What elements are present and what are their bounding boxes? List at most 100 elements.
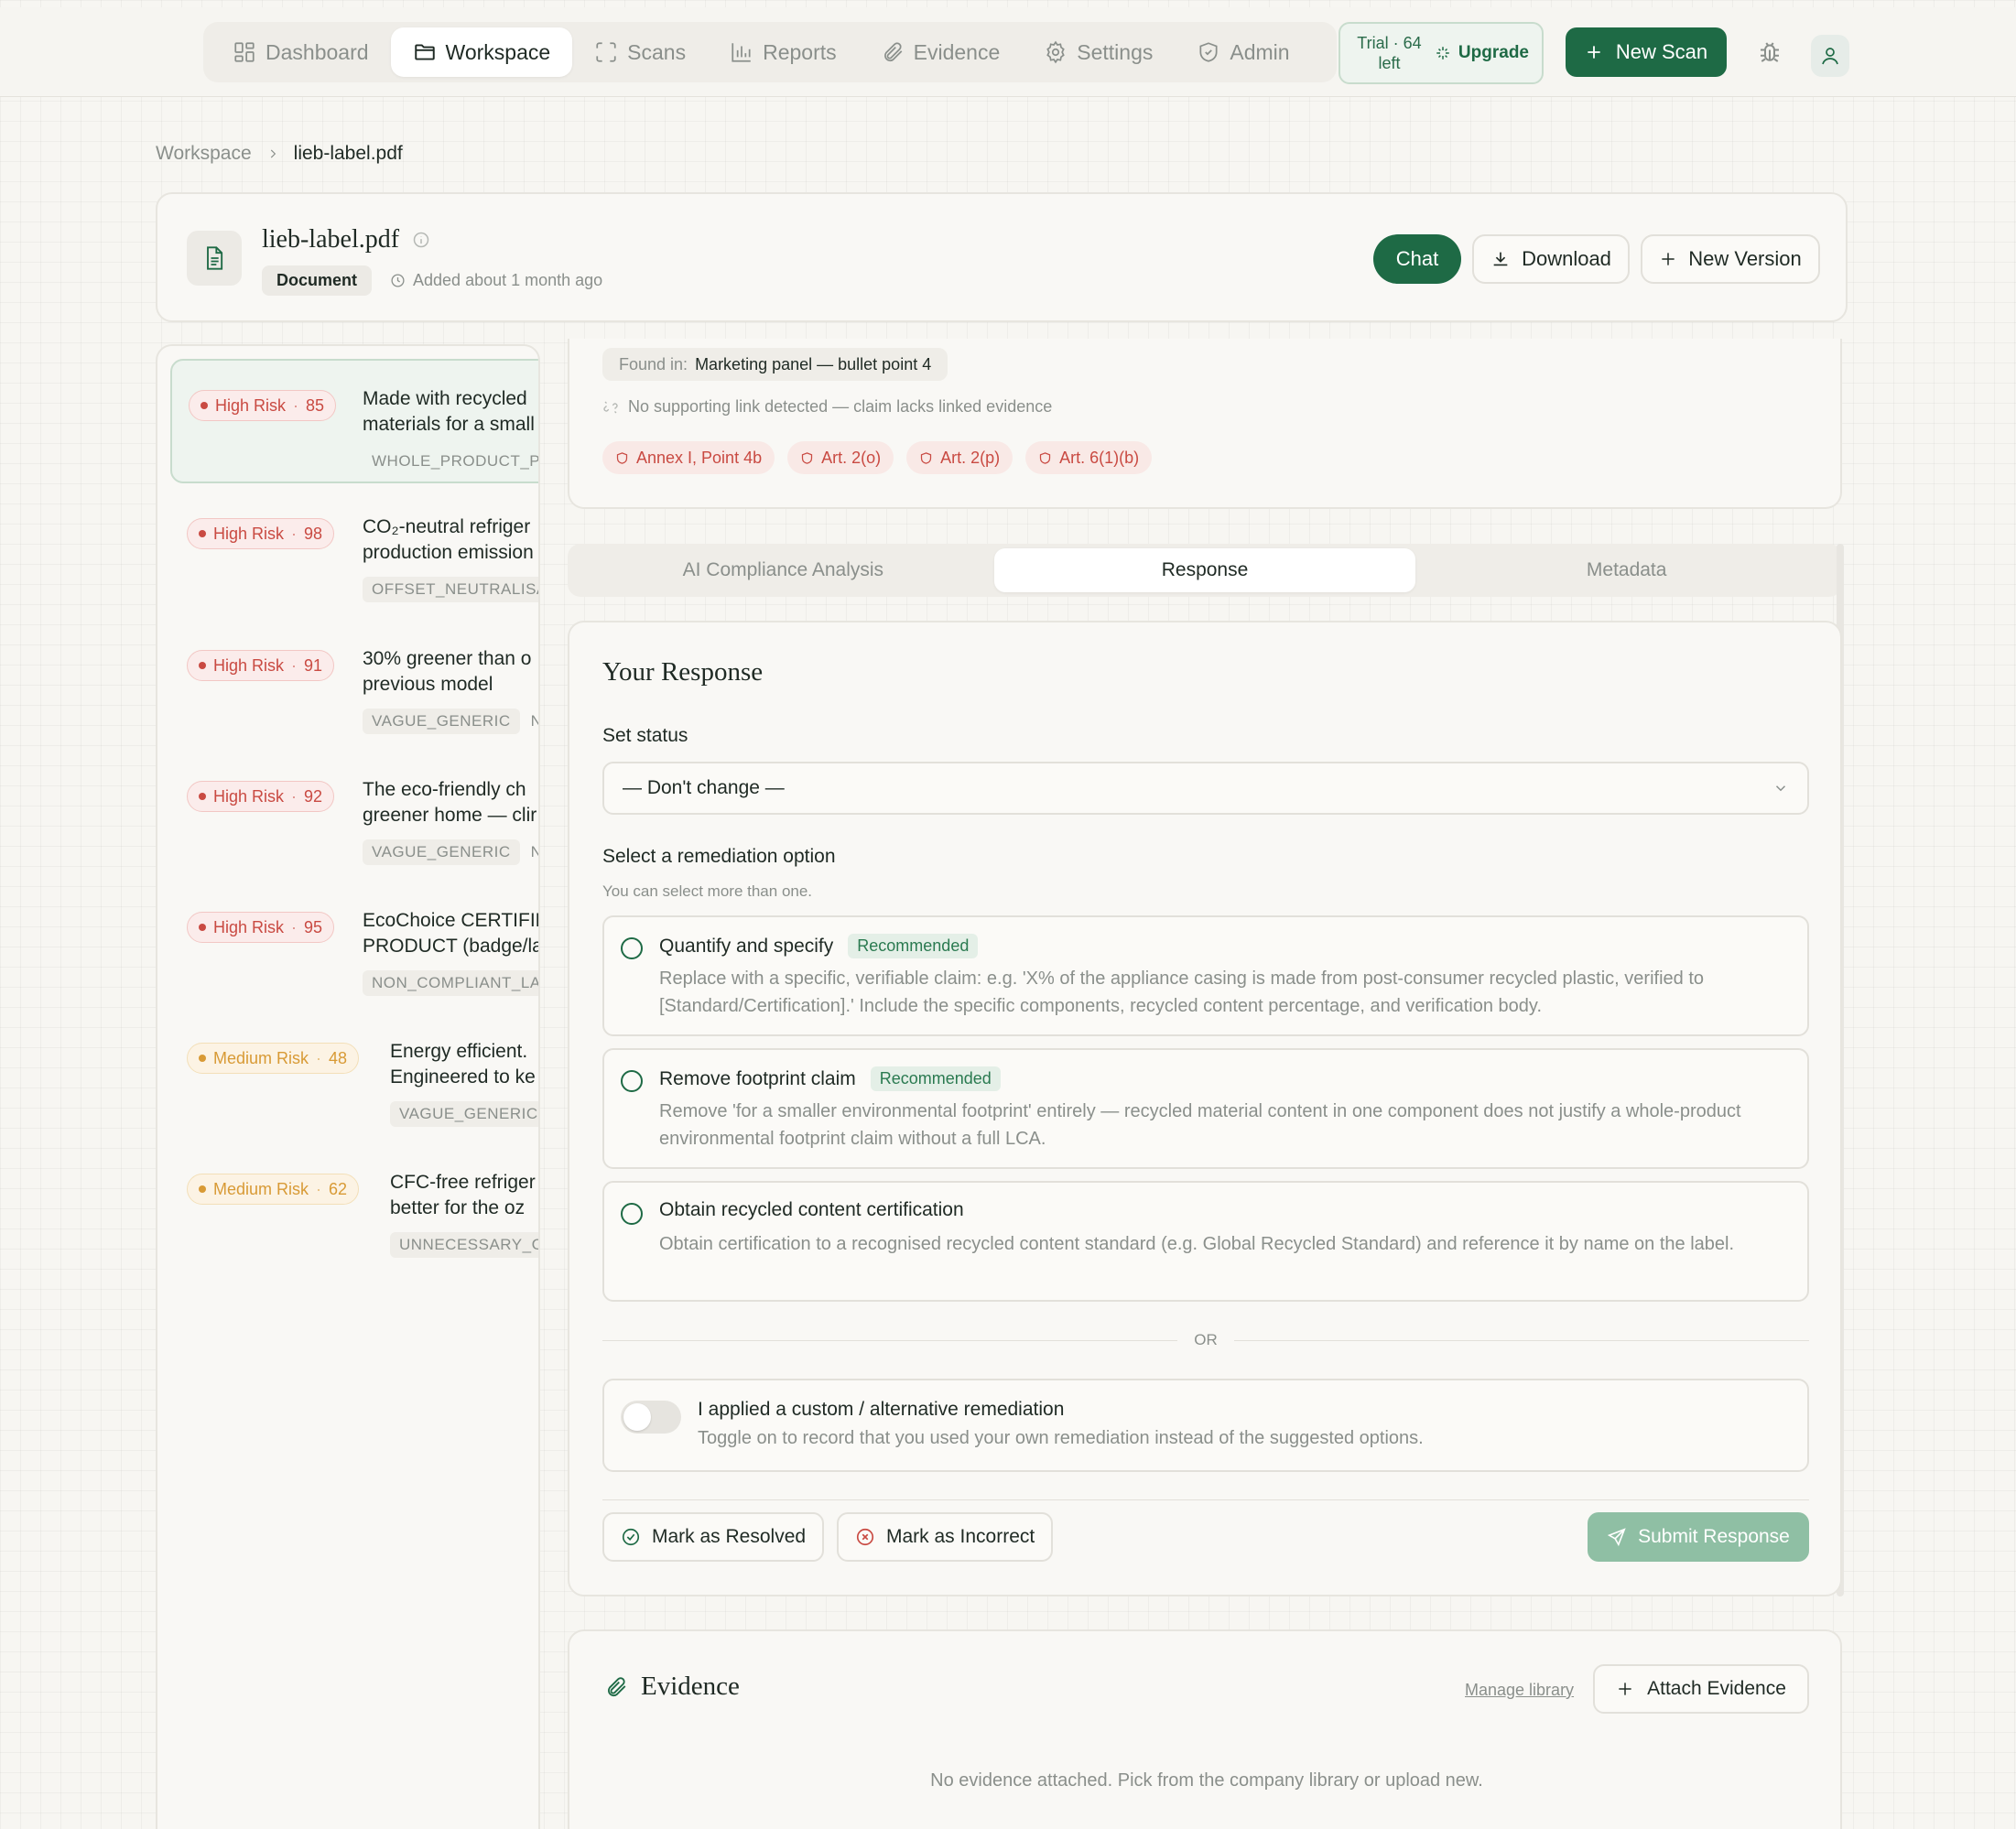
file-icon xyxy=(187,231,242,286)
risk-dot xyxy=(201,402,208,409)
upgrade-label: Upgrade xyxy=(1458,43,1529,62)
article-label: Art. 2(o) xyxy=(821,448,882,467)
risk-score: 98 xyxy=(304,524,323,543)
nav-item-workspace[interactable]: Workspace xyxy=(390,27,573,77)
custom-remediation-toggle[interactable] xyxy=(621,1401,681,1434)
claim-item[interactable]: High Risk · 95 EcoChoice CERTIFIE PRODUC… xyxy=(170,882,540,1007)
trial-badge[interactable]: Trial · 64 left Upgrade xyxy=(1339,22,1544,84)
option-radio[interactable] xyxy=(621,937,643,959)
claim-category-tag: VAGUE_GENERIC xyxy=(390,1101,538,1127)
no-link-notice: No supporting link detected — claim lack… xyxy=(602,397,1052,417)
nav-item-label: Workspace xyxy=(445,39,551,64)
nav-item-label: Reports xyxy=(763,39,837,64)
article-chip[interactable]: Annex I, Point 4b xyxy=(602,441,775,474)
remediation-option-remove-footprint[interactable]: Remove footprint claim Recommended Remov… xyxy=(602,1048,1809,1169)
download-button[interactable]: Download xyxy=(1472,234,1630,284)
claim-item[interactable]: High Risk · 98 CO₂-neutral refriger prod… xyxy=(170,489,538,613)
manage-library-link[interactable]: Manage library xyxy=(1465,1681,1574,1700)
detail-tabs: AI Compliance Analysis Response Metadata xyxy=(568,544,1842,597)
x-circle-icon xyxy=(855,1527,875,1547)
claim-text-line: EcoChoice CERTIFIE xyxy=(363,910,540,931)
scan-icon xyxy=(594,40,618,64)
new-version-label: New Version xyxy=(1688,247,1802,270)
claim-item[interactable]: High Risk · 85 Made with recycled materi… xyxy=(170,359,538,483)
custom-remediation-description: Toggle on to record that you used your o… xyxy=(698,1428,1424,1448)
risk-dot xyxy=(199,1055,206,1062)
risk-label: High Risk xyxy=(213,524,285,543)
nav-item-label: Admin xyxy=(1230,39,1290,64)
claim-item[interactable]: Medium Risk · 62 CFC-free refriger bette… xyxy=(170,1144,538,1269)
nav-item-reports[interactable]: Reports xyxy=(708,27,859,77)
option-description: Obtain certification to a recognised rec… xyxy=(659,1234,1735,1254)
risk-badge: High Risk · 92 xyxy=(187,781,335,812)
new-version-button[interactable]: New Version xyxy=(1641,234,1820,284)
tab-ai-compliance-analysis[interactable]: AI Compliance Analysis xyxy=(572,548,994,592)
nav-item-dashboard[interactable]: Dashboard xyxy=(211,27,391,77)
article-chip[interactable]: Art. 2(o) xyxy=(787,441,894,474)
mark-incorrect-button[interactable]: Mark as Incorrect xyxy=(837,1512,1054,1562)
bug-icon[interactable] xyxy=(1756,38,1783,66)
claim-item[interactable]: High Risk · 91 30% greener than o previo… xyxy=(170,621,538,745)
option-radio[interactable] xyxy=(621,1070,643,1092)
nav-item-settings[interactable]: Settings xyxy=(1022,27,1175,77)
remediation-hint: You can select more than one. xyxy=(602,882,813,900)
tab-response[interactable]: Response xyxy=(993,548,1416,592)
mark-resolved-label: Mark as Resolved xyxy=(652,1526,807,1547)
status-select[interactable]: — Don't change — xyxy=(602,762,1809,815)
claim-category-tag: VAGUE_GENERIC xyxy=(363,839,520,865)
risk-dot xyxy=(199,1185,206,1193)
info-icon[interactable] xyxy=(412,231,430,249)
claim-item[interactable]: Medium Risk · 48 Energy efficient. Engin… xyxy=(170,1013,538,1138)
article-chip[interactable]: Art. 2(p) xyxy=(906,441,1013,474)
breadcrumb-workspace[interactable]: Workspace xyxy=(156,143,252,165)
claim-category-tag: UNNECESSARY_CC xyxy=(390,1232,538,1258)
nav-item-evidence[interactable]: Evidence xyxy=(859,27,1023,77)
paperclip-icon xyxy=(604,1675,628,1699)
custom-remediation: I applied a custom / alternative remedia… xyxy=(602,1379,1809,1472)
shield-icon xyxy=(800,451,814,465)
plus-icon xyxy=(1659,250,1677,268)
claim-item[interactable]: High Risk · 92 The eco-friendly ch green… xyxy=(170,752,538,876)
article-chip[interactable]: Art. 6(1)(b) xyxy=(1025,441,1153,474)
option-title: Remove footprint claim xyxy=(659,1067,856,1089)
risk-score: 85 xyxy=(306,395,325,415)
risk-label: High Risk xyxy=(213,655,285,675)
toggle-knob xyxy=(623,1403,651,1431)
risk-badge: High Risk · 85 xyxy=(189,390,337,421)
tab-metadata[interactable]: Metadata xyxy=(1415,548,1837,592)
option-title: Quantify and specify xyxy=(659,935,834,957)
risk-separator: · xyxy=(291,524,298,543)
chevron-down-icon xyxy=(1772,780,1789,796)
response-title: Your Response xyxy=(602,657,764,687)
chat-button[interactable]: Chat xyxy=(1373,234,1461,284)
gear-icon xyxy=(1044,40,1068,64)
submit-response-button[interactable]: Submit Response xyxy=(1588,1512,1809,1562)
risk-label: High Risk xyxy=(213,786,285,806)
document-added-text: Added about 1 month ago xyxy=(413,271,603,289)
claim-text: Made with recycled materials for a small xyxy=(363,386,538,438)
nav-item-scans[interactable]: Scans xyxy=(572,27,708,77)
claim-text: 30% greener than o previous model xyxy=(363,646,538,698)
trial-line-1: Trial · 64 xyxy=(1357,34,1422,52)
main-nav: Dashboard Workspace Scans Reports Eviden… xyxy=(203,22,1337,82)
risk-separator: · xyxy=(291,655,298,675)
new-scan-button[interactable]: New Scan xyxy=(1566,27,1727,77)
risk-badge: High Risk · 91 xyxy=(187,650,335,681)
remediation-option-certification[interactable]: Obtain recycled content certification Ob… xyxy=(602,1181,1809,1302)
upgrade-link[interactable]: Upgrade xyxy=(1435,43,1529,63)
trial-line-2: left xyxy=(1378,54,1401,72)
shield-icon xyxy=(1038,451,1052,465)
claim-tags: OFFSET_NEUTRALISAT xyxy=(363,577,538,602)
avatar[interactable] xyxy=(1811,35,1849,77)
evidence-empty-state: No evidence attached. Pick from the comp… xyxy=(930,1770,1483,1791)
divider xyxy=(602,1499,1809,1500)
claim-tags: WHOLE_PRODUCT_PA xyxy=(372,449,538,474)
grid-icon xyxy=(233,40,256,64)
chevron-right-icon xyxy=(266,147,279,160)
mark-resolved-button[interactable]: Mark as Resolved xyxy=(602,1512,825,1562)
attach-evidence-button[interactable]: Attach Evidence xyxy=(1593,1664,1809,1714)
nav-item-admin[interactable]: Admin xyxy=(1175,27,1311,77)
option-radio[interactable] xyxy=(621,1203,643,1225)
remediation-option-quantify[interactable]: Quantify and specify Recommended Replace… xyxy=(602,915,1809,1036)
claim-category-tag: NON_COMPLIANT_LA xyxy=(363,970,538,996)
